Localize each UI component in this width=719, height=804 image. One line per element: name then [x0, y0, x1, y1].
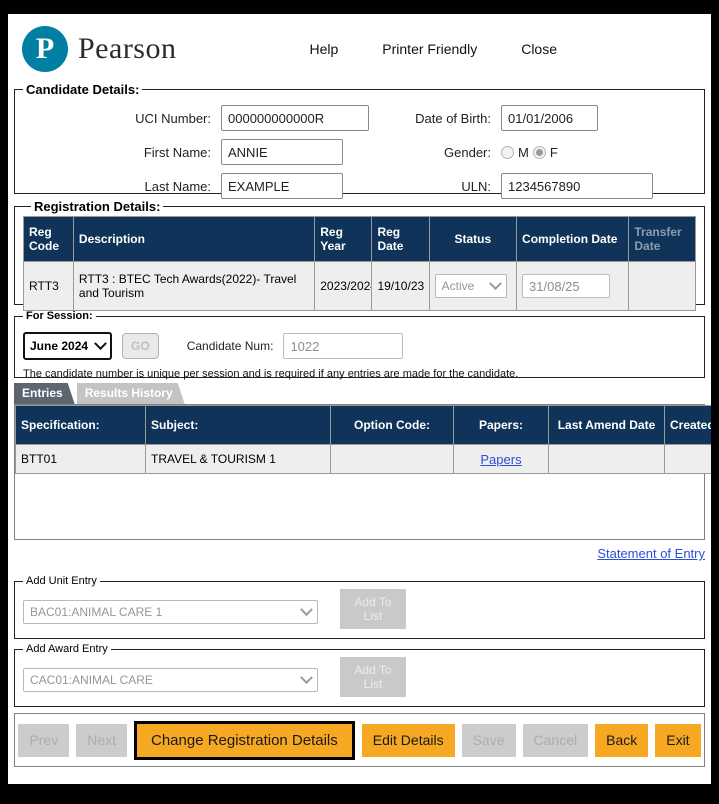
papers-link[interactable]: Papers	[480, 452, 521, 467]
pearson-logo: P Pearson	[22, 26, 176, 72]
add-unit-entry-legend: Add Unit Entry	[23, 575, 100, 587]
add-award-entry-legend: Add Award Entry	[23, 643, 111, 655]
edit-details-button[interactable]: Edit Details	[362, 724, 455, 757]
tab-results-history[interactable]: Results History	[77, 383, 185, 404]
col-option-code: Option Code:	[331, 406, 454, 445]
col-transfer-date: Transfer Date	[629, 217, 696, 262]
brand-name: Pearson	[78, 32, 176, 66]
prev-button[interactable]: Prev	[18, 724, 69, 757]
col-reg-date: Reg Date	[372, 217, 429, 262]
registration-table: Reg Code Description Reg Year Reg Date S…	[23, 216, 696, 311]
add-unit-entry-section: Add Unit Entry BAC01:ANIMAL CARE 1 Add T…	[14, 575, 705, 639]
col-reg-code: Reg Code	[24, 217, 74, 262]
exit-button[interactable]: Exit	[655, 724, 700, 757]
registration-details-section: Registration Details: Reg Code Descripti…	[14, 199, 705, 305]
uln-label: ULN:	[391, 179, 491, 194]
add-unit-to-list-button[interactable]: Add To List	[340, 589, 406, 629]
date-of-birth-input[interactable]	[501, 105, 598, 131]
entries-panel: Specification: Subject: Option Code: Pap…	[14, 404, 705, 540]
entry-row: BTT01 TRAVEL & TOURISM 1 Papers	[16, 445, 719, 474]
reg-date-cell: 19/10/23	[372, 262, 429, 311]
for-session-legend: For Session:	[23, 310, 96, 322]
option-code-cell	[331, 445, 454, 474]
col-created-by: Created By	[665, 406, 719, 445]
entries-table: Specification: Subject: Option Code: Pap…	[15, 405, 719, 474]
candidate-num-input[interactable]	[283, 333, 403, 359]
session-note: The candidate number is unique per sessi…	[23, 368, 696, 380]
transfer-date-cell	[629, 262, 696, 311]
col-description: Description	[73, 217, 314, 262]
header-nav: Help Printer Friendly Close	[309, 41, 557, 57]
created-by-cell	[665, 445, 719, 474]
reg-year-cell: 2023/2024	[315, 262, 372, 311]
first-name-input[interactable]	[221, 139, 343, 165]
for-session-section: For Session: June 2024 GO Candidate Num:…	[14, 310, 705, 378]
help-link[interactable]: Help	[309, 41, 338, 57]
change-registration-details-button[interactable]: Change Registration Details	[134, 721, 355, 760]
footer-button-bar: Prev Next Change Registration Details Ed…	[14, 713, 705, 767]
cancel-button[interactable]: Cancel	[523, 724, 589, 757]
registration-row: RTT3 RTT3 : BTEC Tech Awards(2022)- Trav…	[24, 262, 696, 311]
specification-cell: BTT01	[16, 445, 146, 474]
uln-input[interactable]	[501, 173, 653, 199]
save-button[interactable]: Save	[462, 724, 516, 757]
go-button[interactable]: GO	[122, 333, 159, 359]
last-amend-date-cell	[549, 445, 665, 474]
window-frame: P Pearson Help Printer Friendly Close Ca…	[0, 0, 719, 804]
gender-female-label: F	[550, 145, 558, 160]
award-entry-select[interactable]: CAC01:ANIMAL CARE	[23, 668, 318, 692]
description-cell: RTT3 : BTEC Tech Awards(2022)- Travel an…	[73, 262, 314, 311]
subject-cell: TRAVEL & TOURISM 1	[146, 445, 331, 474]
chevron-down-icon	[94, 337, 107, 350]
col-subject: Subject:	[146, 406, 331, 445]
date-of-birth-label: Date of Birth:	[391, 111, 491, 126]
statement-of-entry-row: Statement of Entry	[14, 540, 705, 569]
registration-details-legend: Registration Details:	[31, 199, 163, 214]
gender-label: Gender:	[391, 145, 491, 160]
candidate-num-label: Candidate Num:	[187, 339, 274, 353]
col-completion-date: Completion Date	[517, 217, 629, 262]
first-name-label: First Name:	[23, 145, 211, 160]
reg-code-cell: RTT3	[24, 262, 74, 311]
add-award-entry-section: Add Award Entry CAC01:ANIMAL CARE Add To…	[14, 643, 705, 707]
next-button[interactable]: Next	[76, 724, 127, 757]
gender-male-label: M	[518, 145, 529, 160]
last-name-label: Last Name:	[23, 179, 211, 194]
session-select[interactable]: June 2024	[23, 332, 112, 360]
header: P Pearson Help Printer Friendly Close	[14, 22, 705, 76]
gender-male-radio[interactable]	[501, 146, 514, 159]
col-papers: Papers:	[454, 406, 549, 445]
uci-number-label: UCI Number:	[23, 111, 211, 126]
close-link[interactable]: Close	[521, 41, 557, 57]
gender-female-radio[interactable]	[533, 146, 546, 159]
add-award-to-list-button[interactable]: Add To List	[340, 657, 406, 697]
page: P Pearson Help Printer Friendly Close Ca…	[8, 14, 711, 784]
completion-date-input[interactable]	[522, 274, 610, 298]
statement-of-entry-link[interactable]: Statement of Entry	[597, 546, 705, 561]
tab-bar: Entries Results History	[14, 383, 705, 404]
col-status: Status	[429, 217, 516, 262]
col-last-amend-date: Last Amend Date	[549, 406, 665, 445]
col-specification: Specification:	[16, 406, 146, 445]
printer-friendly-link[interactable]: Printer Friendly	[382, 41, 477, 57]
tab-entries[interactable]: Entries	[14, 383, 75, 404]
col-reg-year: Reg Year	[315, 217, 372, 262]
back-button[interactable]: Back	[595, 724, 648, 757]
status-select[interactable]: Active	[435, 274, 507, 298]
chevron-down-icon	[300, 603, 313, 616]
chevron-down-icon	[300, 671, 313, 684]
last-name-input[interactable]	[221, 173, 343, 199]
unit-entry-select[interactable]: BAC01:ANIMAL CARE 1	[23, 600, 318, 624]
candidate-details-legend: Candidate Details:	[23, 82, 142, 97]
chevron-down-icon	[489, 277, 502, 290]
uci-number-input[interactable]	[221, 105, 369, 131]
gender-radio-group: M F	[501, 145, 696, 160]
pearson-logo-icon: P	[22, 26, 68, 72]
candidate-details-section: Candidate Details: UCI Number: Date of B…	[14, 82, 705, 194]
